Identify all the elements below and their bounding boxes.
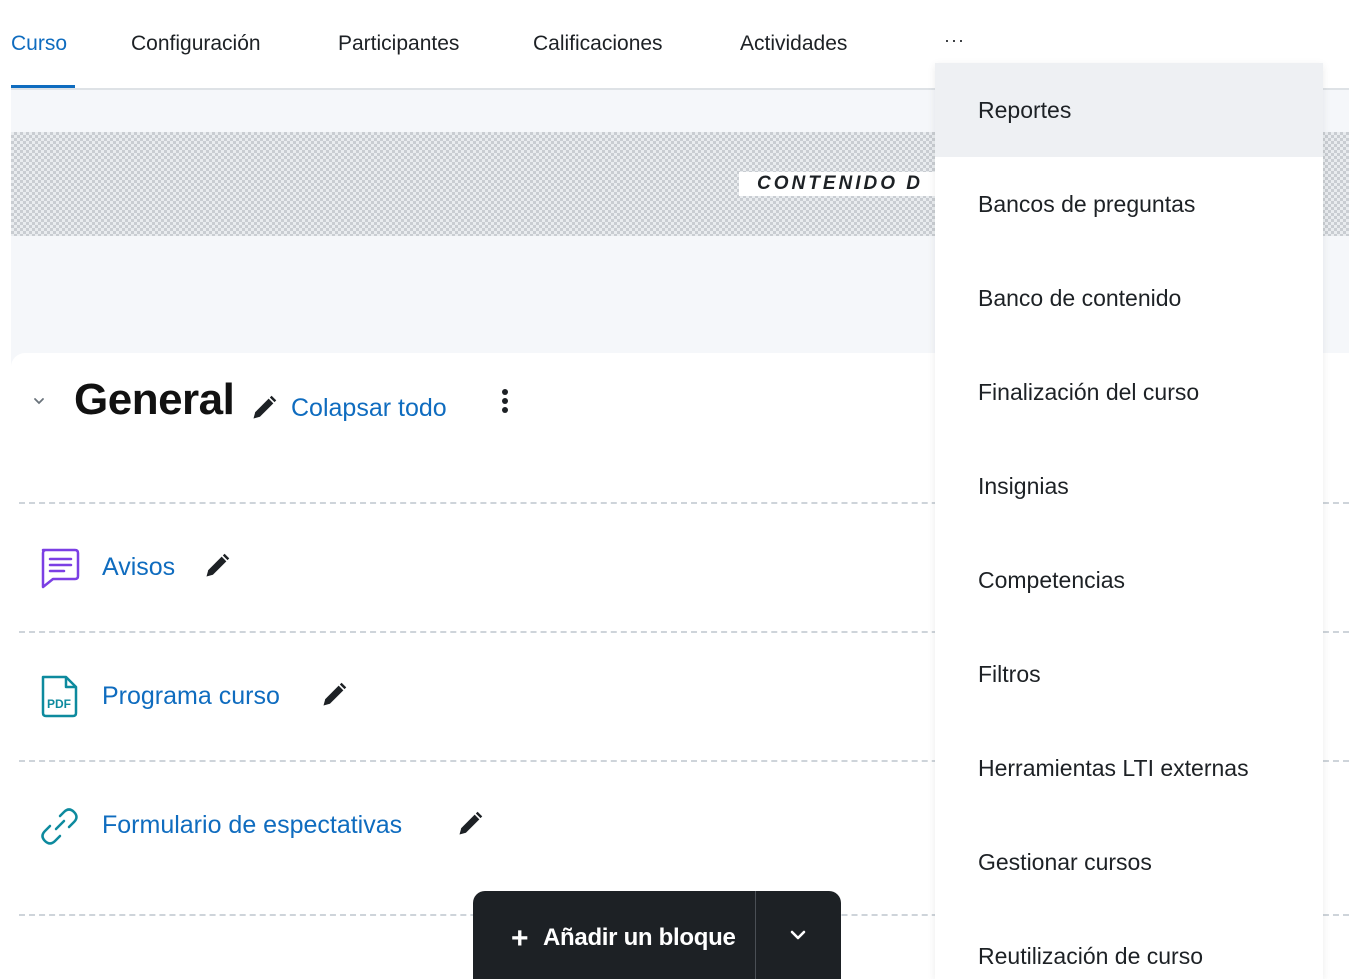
banner-title: CONTENIDO D	[739, 172, 941, 196]
chevron-down-icon[interactable]	[789, 929, 807, 941]
forum-icon	[41, 548, 80, 589]
menu-item-gestionar-cursos[interactable]: Gestionar cursos	[935, 815, 1323, 909]
collapse-all-link[interactable]: Colapsar todo	[291, 394, 447, 423]
add-block-button[interactable]: Añadir un bloque	[543, 924, 736, 952]
menu-item-competencias[interactable]: Competencias	[935, 533, 1323, 627]
svg-text:PDF: PDF	[47, 697, 71, 711]
tab-curso[interactable]: Curso	[11, 32, 67, 56]
tab-calificaciones[interactable]: Calificaciones	[533, 32, 663, 56]
chevron-down-icon[interactable]	[30, 392, 48, 410]
section-title: General	[74, 375, 235, 424]
edit-pencil-icon[interactable]	[203, 552, 231, 580]
menu-item-herramientas-lti[interactable]: Herramientas LTI externas	[935, 721, 1323, 815]
tab-actividades[interactable]: Actividades	[740, 32, 847, 56]
edit-pencil-icon[interactable]	[456, 810, 484, 838]
tab-configuracion[interactable]: Configuración	[131, 32, 261, 56]
link-icon	[41, 808, 78, 845]
menu-item-bancos-de-preguntas[interactable]: Bancos de preguntas	[935, 157, 1323, 251]
menu-item-finalizacion-del-curso[interactable]: Finalización del curso	[935, 345, 1323, 439]
menu-item-banco-de-contenido[interactable]: Banco de contenido	[935, 251, 1323, 345]
activity-link-formulario[interactable]: Formulario de espectativas	[102, 811, 402, 840]
menu-item-reportes[interactable]: Reportes	[935, 63, 1323, 157]
more-tabs-button[interactable]: ···	[944, 30, 965, 51]
menu-item-reutilizacion-de-curso[interactable]: Reutilización de curso	[935, 909, 1323, 979]
edit-pencil-icon[interactable]	[250, 394, 278, 422]
plus-icon[interactable]: +	[511, 924, 529, 954]
menu-item-insignias[interactable]: Insignias	[935, 439, 1323, 533]
activity-link-programa-curso[interactable]: Programa curso	[102, 682, 280, 711]
edit-pencil-icon[interactable]	[320, 681, 348, 709]
pdf-icon: PDF	[41, 675, 78, 718]
button-divider	[755, 891, 756, 979]
activity-link-avisos[interactable]: Avisos	[102, 553, 175, 582]
add-block-button-group: + Añadir un bloque	[473, 891, 841, 979]
menu-item-filtros[interactable]: Filtros	[935, 627, 1323, 721]
tab-participantes[interactable]: Participantes	[338, 32, 459, 56]
more-dropdown-menu: Reportes Bancos de preguntas Banco de co…	[935, 63, 1323, 979]
kebab-menu-icon[interactable]	[498, 387, 512, 417]
